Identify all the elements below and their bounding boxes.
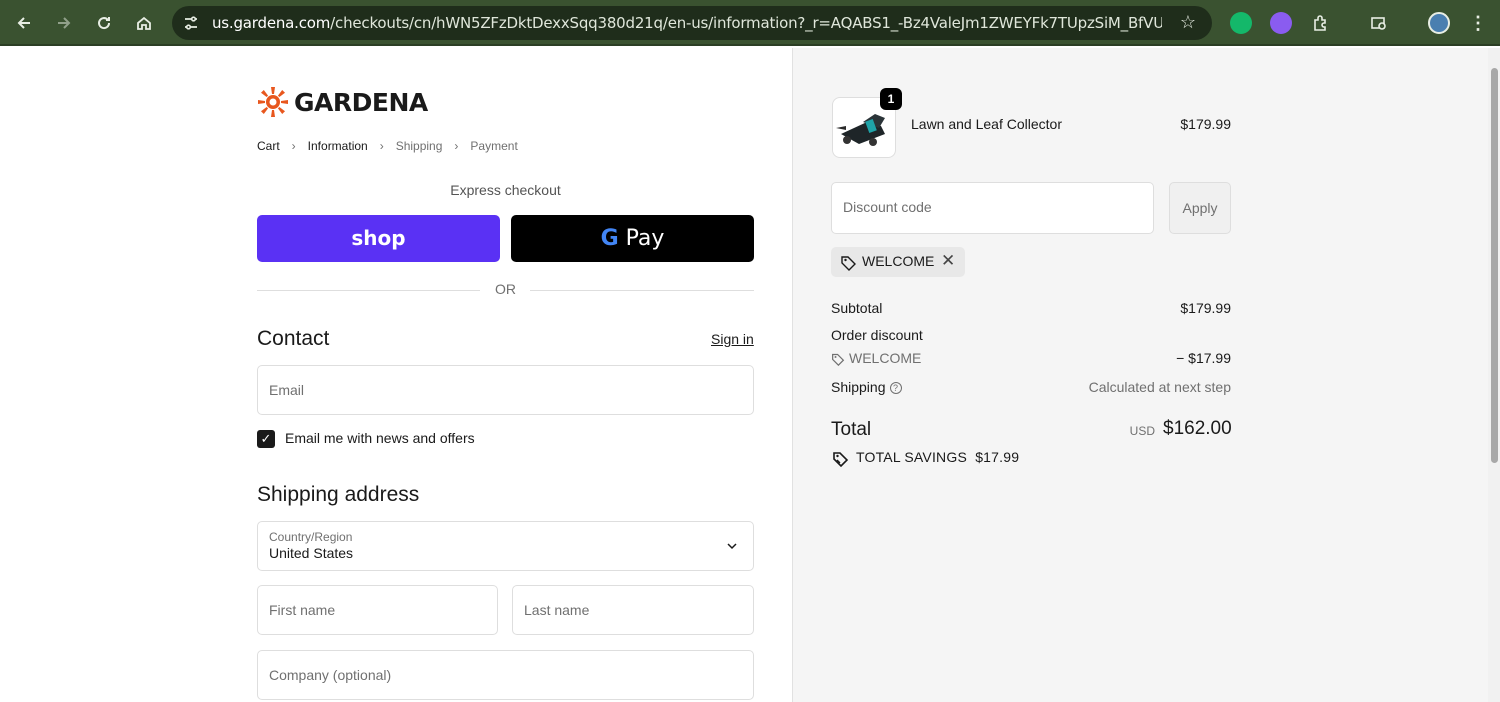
savings-value: $17.99 [975, 449, 1020, 465]
address-bar[interactable]: us.gardena.com/checkouts/cn/hWN5ZFzDktDe… [172, 6, 1212, 40]
brand-name: GARDENA [294, 87, 428, 117]
breadcrumb-cart[interactable]: Cart [257, 139, 280, 153]
scrollbar-thumb[interactable] [1491, 68, 1498, 463]
order-summary: 1 Lawn and Leaf Collector $179.99 Discou… [792, 48, 1488, 702]
subtotal-label: Subtotal [831, 300, 883, 316]
tab-search-icon[interactable] [1365, 9, 1393, 37]
browser-toolbar: us.gardena.com/checkouts/cn/hWN5ZFzDktDe… [0, 0, 1500, 46]
total-value: $162.00 [1163, 418, 1232, 439]
apply-button[interactable]: Apply [1169, 182, 1231, 234]
shipping-value: Calculated at next step [1088, 379, 1231, 395]
shop-pay-button[interactable]: shop [257, 215, 500, 262]
newsletter-checkbox[interactable]: ✓ [257, 430, 275, 448]
savings-tag-icon [833, 452, 849, 467]
chevron-right-icon: › [291, 139, 296, 153]
google-g-icon: G [600, 226, 619, 251]
breadcrumb-information: Information [307, 139, 368, 153]
applied-discount-chip: WELCOME ✕ [831, 247, 965, 277]
product-price: $179.99 [1180, 116, 1231, 132]
company-field[interactable]: Company (optional) [257, 650, 754, 700]
discount-placeholder: Discount code [843, 199, 932, 215]
gardena-logo[interactable]: GARDENA [256, 84, 428, 120]
extension-green-icon[interactable] [1230, 12, 1252, 34]
quantity-badge: 1 [880, 88, 902, 110]
or-divider-label: OR [495, 281, 516, 297]
chevron-right-icon: › [454, 139, 459, 153]
currency-code: USD [1129, 424, 1155, 438]
site-settings-icon[interactable] [182, 14, 200, 32]
tag-icon [841, 256, 856, 271]
last-name-placeholder: Last name [524, 602, 590, 618]
total-savings: TOTAL SAVINGS $17.99 [856, 449, 1019, 465]
extensions-puzzle-icon[interactable] [1306, 9, 1334, 37]
total-label: Total [831, 419, 872, 440]
express-checkout-title: Express checkout [450, 182, 561, 198]
divider [530, 290, 754, 291]
country-value: United States [269, 545, 354, 561]
url-text: us.gardena.com/checkouts/cn/hWN5ZFzDktDe… [212, 14, 1162, 32]
contact-heading: Contact [257, 327, 330, 350]
country-select[interactable]: Country/Region United States [257, 521, 754, 571]
breadcrumb-payment: Payment [470, 139, 518, 153]
profile-avatar[interactable] [1428, 12, 1450, 34]
chevron-right-icon: › [379, 139, 384, 153]
shipping-row: Shipping? Calculated at next step [831, 379, 1231, 395]
home-icon[interactable] [130, 9, 158, 37]
first-name-placeholder: First name [269, 602, 336, 618]
back-icon[interactable] [10, 9, 38, 37]
tag-icon [832, 353, 845, 366]
order-discount-label: Order discount [831, 327, 923, 343]
subtotal-row: Subtotal $179.99 [831, 300, 1231, 316]
breadcrumb-shipping: Shipping [395, 139, 443, 153]
gardena-sun-icon [258, 87, 288, 117]
shipping-label: Shipping [831, 379, 886, 395]
savings-label: TOTAL SAVINGS [856, 449, 967, 465]
shipping-address-heading: Shipping address [257, 483, 420, 506]
reload-icon[interactable] [90, 9, 118, 37]
order-discount-row: Order discount [831, 327, 1231, 343]
subtotal-value: $179.99 [1180, 300, 1231, 316]
checkout-main: GARDENA Cart › Information › Shipping › … [0, 48, 792, 702]
discount-code-input[interactable]: Discount code [831, 182, 1154, 234]
first-name-field[interactable]: First name [257, 585, 498, 635]
company-placeholder: Company (optional) [269, 667, 392, 683]
applied-discount-code: WELCOME [862, 253, 935, 269]
discount-code-row: WELCOME − $17.99 [831, 350, 1231, 366]
last-name-field[interactable]: Last name [512, 585, 754, 635]
google-pay-button[interactable]: G Pay [511, 215, 754, 262]
bookmark-star-icon[interactable]: ☆ [1180, 12, 1196, 33]
sign-in-link[interactable]: Sign in [711, 331, 754, 347]
country-label: Country/Region [269, 530, 353, 544]
google-pay-label: Pay [625, 226, 665, 251]
product-name: Lawn and Leaf Collector [911, 116, 1062, 132]
extension-purple-icon[interactable] [1270, 12, 1292, 34]
remove-discount-icon[interactable]: ✕ [941, 251, 955, 271]
help-icon[interactable]: ? [889, 382, 902, 395]
email-field[interactable]: Email [257, 365, 754, 415]
email-placeholder: Email [269, 382, 305, 398]
forward-icon[interactable] [50, 9, 78, 37]
chevron-down-icon [727, 543, 737, 550]
discount-value: − $17.99 [1176, 350, 1231, 366]
browser-menu-icon[interactable]: ⋮ [1464, 9, 1492, 37]
discount-code-label: WELCOME [849, 350, 922, 366]
breadcrumb: Cart › Information › Shipping › Payment [257, 139, 518, 153]
page-scrollbar[interactable] [1488, 48, 1500, 702]
newsletter-label[interactable]: Email me with news and offers [285, 430, 475, 446]
